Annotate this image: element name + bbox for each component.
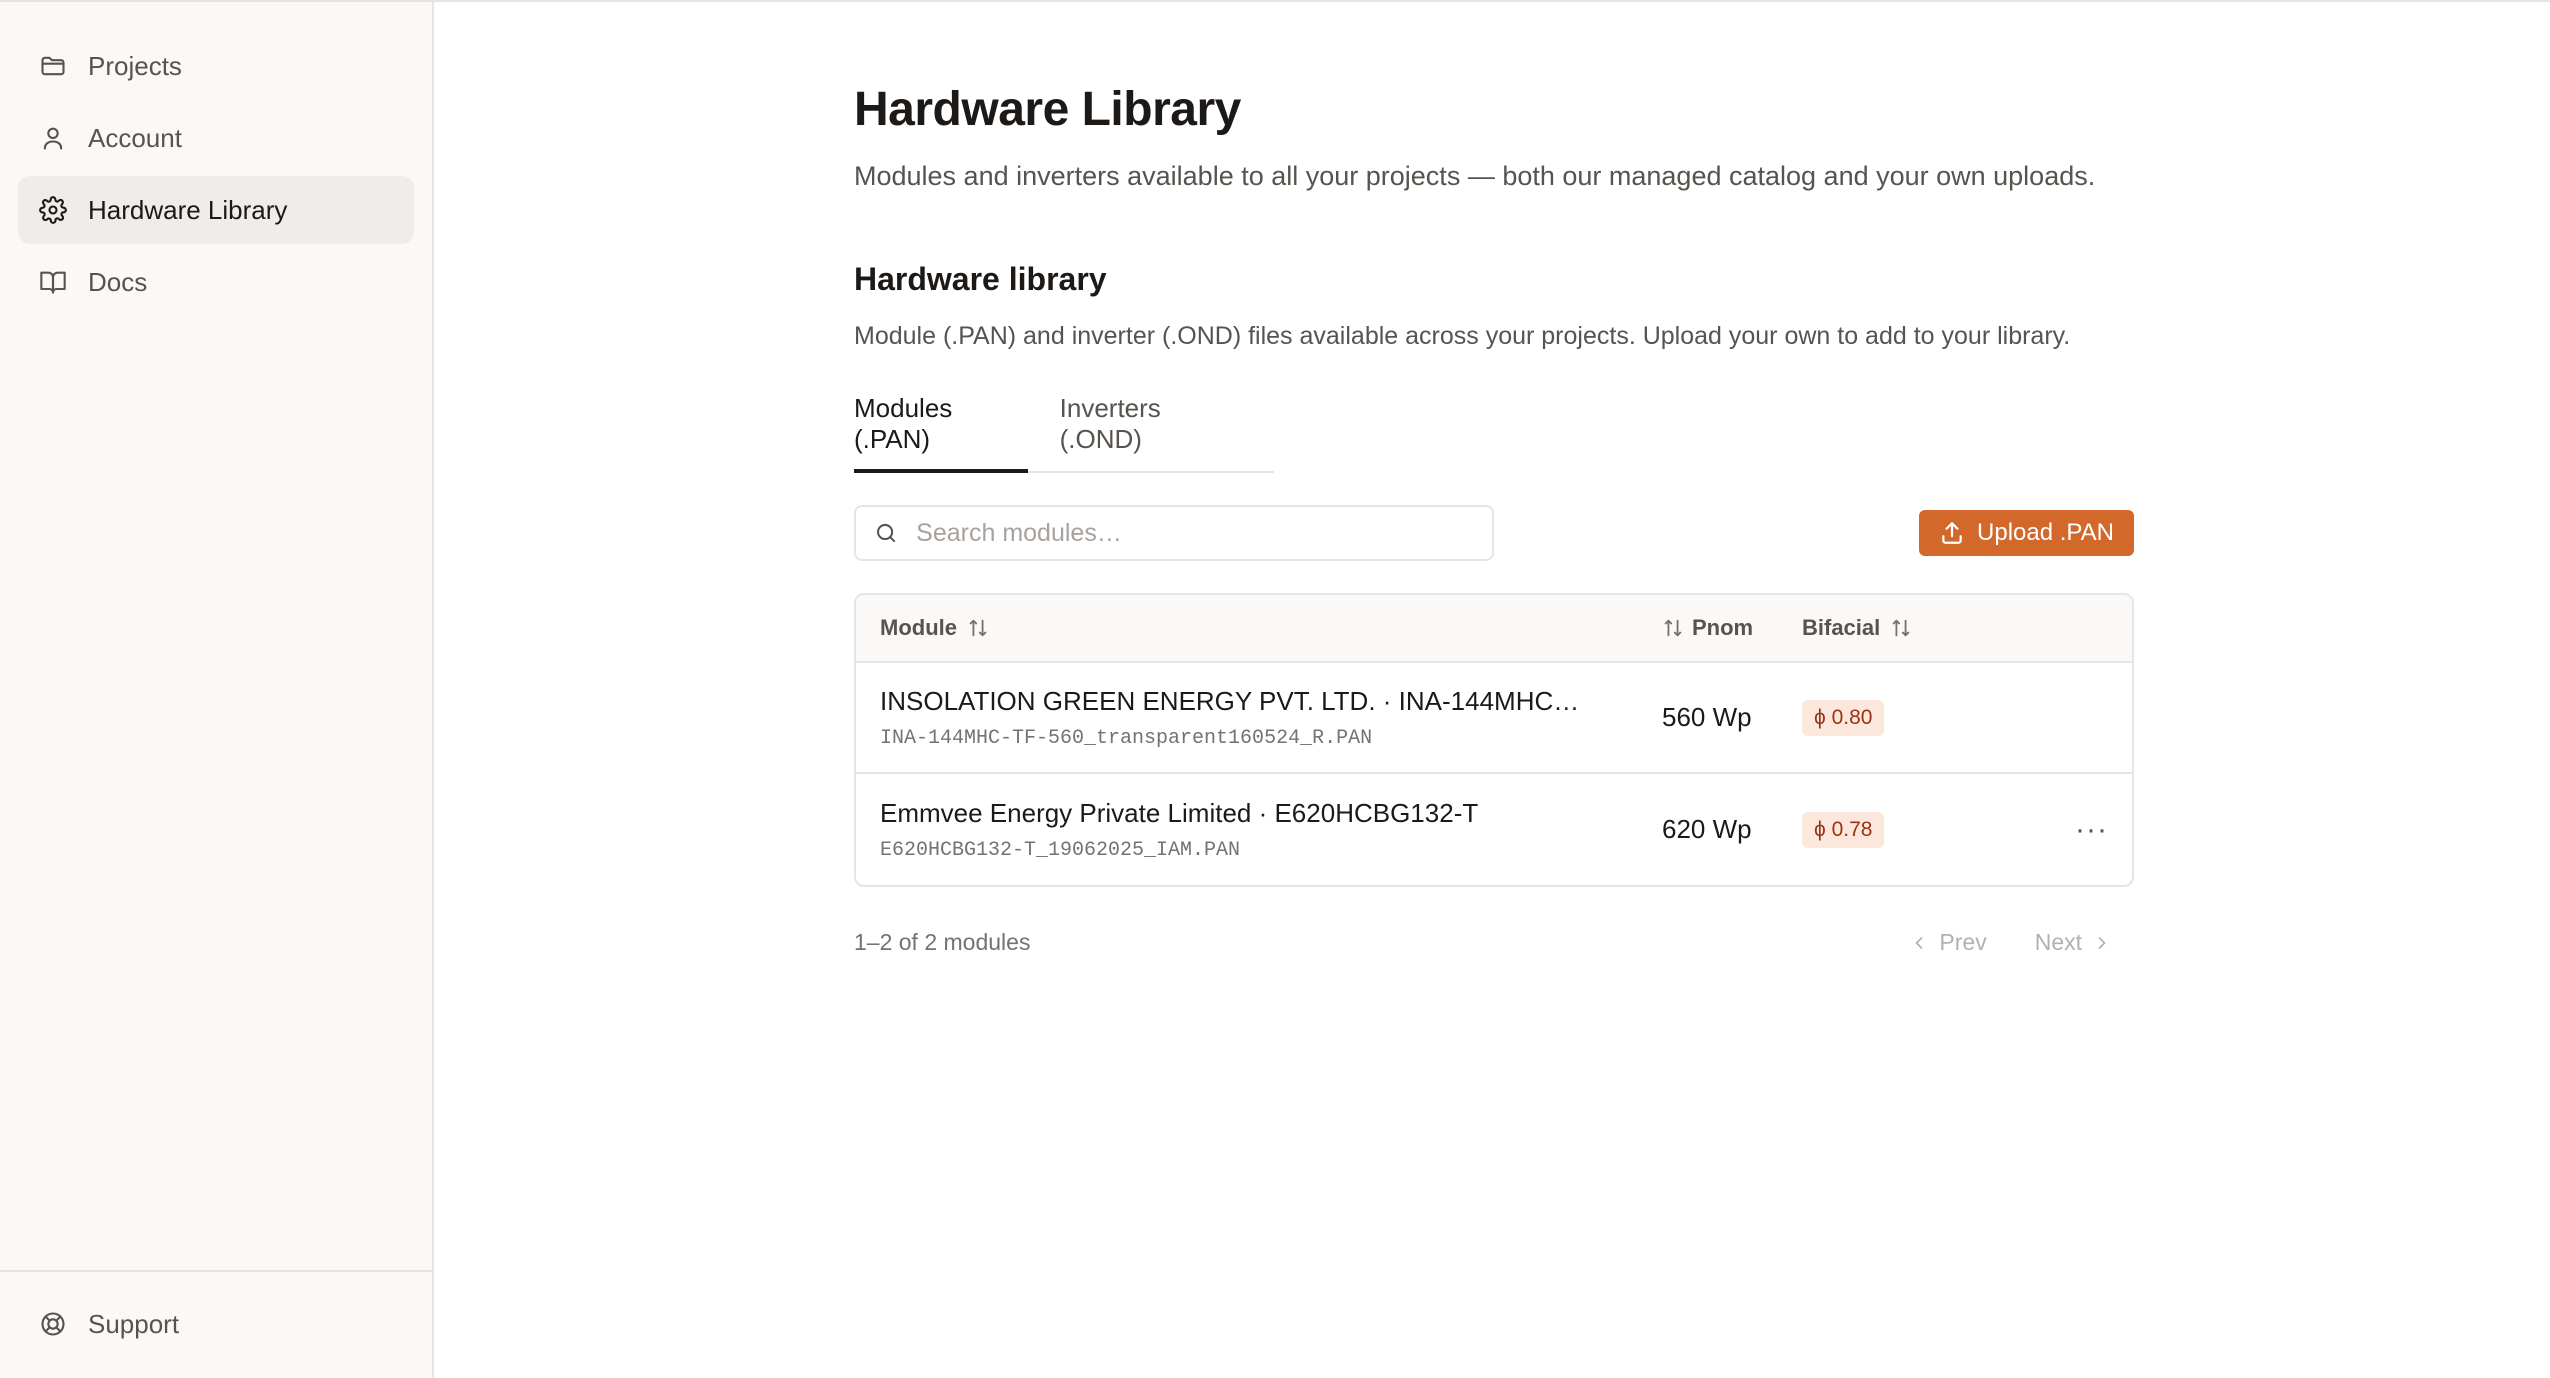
sidebar-item-label: Hardware Library <box>88 194 288 225</box>
app-window: Projects Account Hardware Library Docs S… <box>0 0 2550 1378</box>
folder-icon <box>38 51 68 81</box>
sidebar-footer: Support <box>0 1270 432 1378</box>
bifacial-cell: ϕ 0.80 <box>1802 699 2132 736</box>
sidebar-item-label: Account <box>88 122 182 153</box>
section-description: Module (.PAN) and inverter (.OND) files … <box>854 322 2071 350</box>
user-icon <box>38 123 68 153</box>
table-row[interactable]: INSOLATION GREEN ENERGY PVT. LTD. · INA-… <box>856 663 2132 774</box>
more-actions-icon[interactable]: ··· <box>2075 813 2108 847</box>
toolbar: Upload .PAN <box>854 505 2134 561</box>
bifacial-badge: ϕ 0.78 <box>1802 811 1885 848</box>
prev-label: Prev <box>1939 929 1987 955</box>
content-column: Hardware Library Modules and inverters a… <box>854 82 2134 956</box>
tab-inverters[interactable]: Inverters (.OND) <box>1060 393 1242 473</box>
bifacial-badge: ϕ 0.80 <box>1802 699 1885 736</box>
column-label: Pnom <box>1692 615 1754 640</box>
table-header: Module Pnom Bifacial <box>856 595 2132 663</box>
book-icon <box>38 267 68 297</box>
sort-icon <box>969 619 987 637</box>
next-label: Next <box>2034 929 2082 955</box>
section-title: Hardware library <box>854 261 1107 297</box>
module-cell: INSOLATION GREEN ENERGY PVT. LTD. · INA-… <box>856 686 1662 750</box>
sort-icon <box>1664 619 1682 637</box>
page-title: Hardware Library <box>854 83 1241 136</box>
prev-page-button[interactable]: Prev <box>1909 929 1987 956</box>
upload-icon <box>1942 522 1962 544</box>
table-footer: 1–2 of 2 modules Prev Next <box>854 929 2134 956</box>
sidebar-item-hardware-library[interactable]: Hardware Library <box>18 176 414 244</box>
sidebar-item-account[interactable]: Account <box>18 104 414 172</box>
column-header-bifacial[interactable]: Bifacial <box>1802 615 2132 641</box>
gear-icon <box>38 195 68 225</box>
page-subtitle: Modules and inverters available to all y… <box>854 161 2096 191</box>
upload-pan-button[interactable]: Upload .PAN <box>1919 510 2134 556</box>
module-filename: E620HCBG132-T_19062025_IAM.PAN <box>880 838 1241 862</box>
column-header-module[interactable]: Module <box>856 615 1662 641</box>
next-page-button[interactable]: Next <box>2035 929 2112 956</box>
pagination: Prev Next <box>1909 929 2134 956</box>
sidebar-item-label: Docs <box>88 266 148 297</box>
search-icon <box>877 523 896 543</box>
chevron-left-icon <box>1916 936 1923 949</box>
pnom-value: 620 Wp <box>1662 814 1752 844</box>
modules-table: Module Pnom Bifacial INSOLATION GREEN EN <box>854 593 2134 887</box>
sidebar-nav: Projects Account Hardware Library Docs <box>0 2 432 316</box>
column-label: Module <box>880 615 957 640</box>
pnom-value: 560 Wp <box>1662 702 1752 732</box>
sidebar-item-projects[interactable]: Projects <box>18 32 414 100</box>
sidebar-item-support[interactable]: Support <box>18 1290 414 1358</box>
module-name: Emmvee Energy Private Limited · E620HCBG… <box>880 797 1479 828</box>
sidebar-item-label: Support <box>88 1308 180 1339</box>
column-header-pnom[interactable]: Pnom <box>1662 615 1802 641</box>
upload-button-label: Upload .PAN <box>1977 519 2114 546</box>
results-count: 1–2 of 2 modules <box>854 929 1031 955</box>
search-box[interactable] <box>854 505 1494 561</box>
column-label: Bifacial <box>1802 615 1881 640</box>
search-input[interactable] <box>916 518 1474 548</box>
tab-bar: Modules (.PAN) Inverters (.OND) <box>854 393 1274 473</box>
lifebuoy-icon <box>38 1309 68 1339</box>
module-cell: Emmvee Energy Private Limited · E620HCBG… <box>856 798 1662 862</box>
table-row[interactable]: Emmvee Energy Private Limited · E620HCBG… <box>856 774 2132 885</box>
module-name: INSOLATION GREEN ENERGY PVT. LTD. · INA-… <box>880 685 1580 716</box>
module-filename: INA-144MHC-TF-560_transparent160524_R.PA… <box>880 726 1373 750</box>
tab-modules[interactable]: Modules (.PAN) <box>854 393 1028 473</box>
sidebar-item-docs[interactable]: Docs <box>18 248 414 316</box>
sidebar-item-label: Projects <box>88 50 182 81</box>
sidebar: Projects Account Hardware Library Docs S… <box>0 2 434 1378</box>
sort-icon <box>1893 619 1910 637</box>
main-content: Hardware Library Modules and inverters a… <box>434 2 2550 1378</box>
chevron-right-icon <box>2098 936 2106 949</box>
